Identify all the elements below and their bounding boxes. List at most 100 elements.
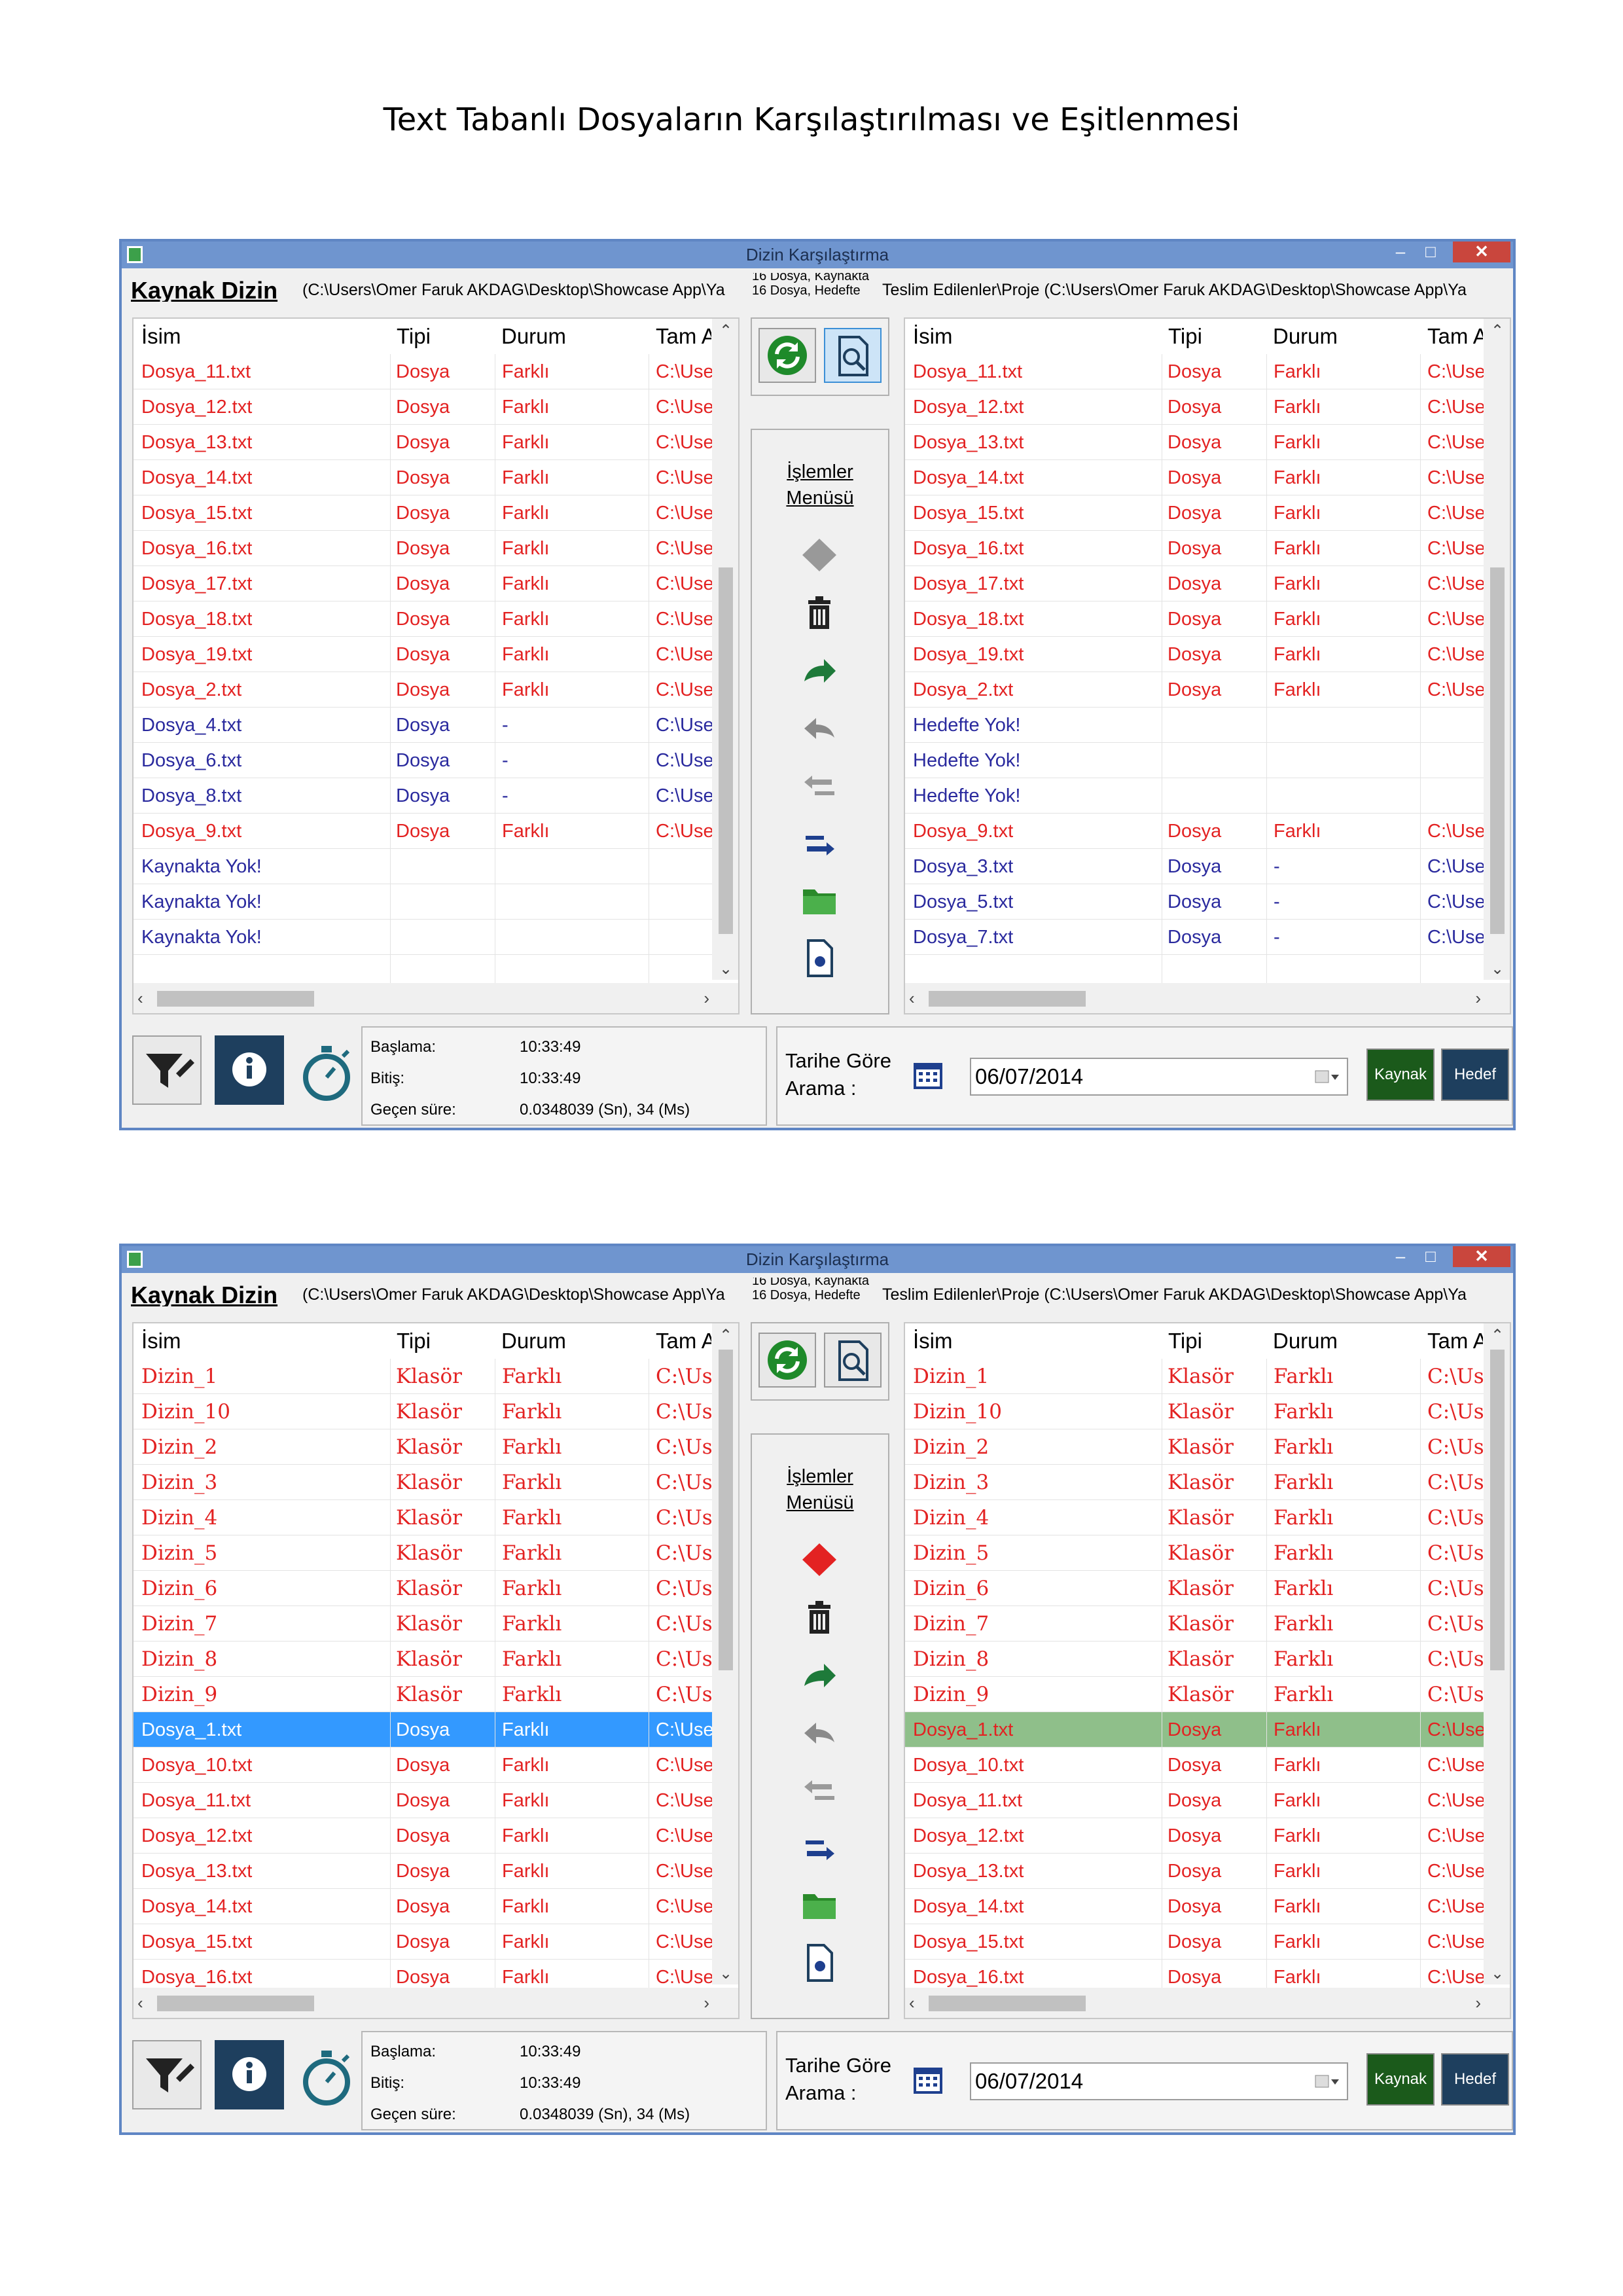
table-row[interactable]: Dizin_2 Klasör Farklı C:\Us (905, 1429, 1484, 1465)
copy-to-source-button[interactable] (798, 1770, 841, 1810)
table-row[interactable]: Dizin_3 Klasör Farklı C:\Us (134, 1465, 712, 1500)
open-document-button[interactable] (798, 938, 841, 978)
target-grid[interactable]: İsim Tipi Durum Tam A Dizin_1 Klasör Farkl… (904, 1322, 1511, 2019)
operations-menu-label[interactable]: İşlemler Menüsü (752, 1463, 888, 1516)
timer-button[interactable] (297, 2045, 356, 2108)
table-row[interactable]: Dosya_8.txt Dosya - C:\Use (134, 778, 712, 814)
table-row[interactable]: Dosya_9.txt Dosya Farklı C:\Use (905, 814, 1484, 849)
scroll-left-icon[interactable]: ‹ (909, 1993, 915, 2013)
scroll-thumb[interactable] (719, 567, 733, 934)
table-row[interactable]: Dosya_10.txt Dosya Farklı C:\Use (905, 1748, 1484, 1783)
table-row[interactable]: Dosya_17.txt Dosya Farklı C:\Use (134, 566, 712, 601)
table-row[interactable]: Dosya_13.txt Dosya Farklı C:\Use (134, 425, 712, 460)
table-row[interactable]: Dizin_8 Klasör Farklı C:\Us (134, 1641, 712, 1677)
scroll-up-icon[interactable]: ⌃ (716, 321, 736, 340)
table-row[interactable]: Dizin_1 Klasör Farklı C:\Us (905, 1359, 1484, 1394)
timer-button[interactable] (297, 1041, 356, 1103)
table-row[interactable]: Dosya_12.txt Dosya Farklı C:\Use (905, 389, 1484, 425)
table-row[interactable]: Dosya_16.txt Dosya Farklı C:\Use (905, 531, 1484, 566)
table-row[interactable]: Dizin_4 Klasör Farklı C:\Us (905, 1500, 1484, 1535)
table-row[interactable]: Dosya_2.txt Dosya Farklı C:\Use (905, 672, 1484, 708)
table-row[interactable]: Dosya_15.txt Dosya Farklı C:\Use (134, 495, 712, 531)
table-row[interactable]: Dosya_12.txt Dosya Farklı C:\Use (134, 1818, 712, 1854)
table-row[interactable]: Dosya_19.txt Dosya Farklı C:\Use (134, 637, 712, 672)
open-folder-button[interactable] (798, 880, 841, 921)
col-type-header[interactable]: Tipi (397, 1323, 495, 1359)
maximize-button[interactable]: □ (1416, 1246, 1445, 1267)
table-row[interactable]: Hedefte Yok! (905, 708, 1484, 743)
table-row[interactable]: Kaynakta Yok! (134, 884, 712, 920)
table-row[interactable]: Dosya_1.txt Dosya Farklı C:\Use (905, 1712, 1484, 1748)
info-button[interactable] (215, 1035, 284, 1105)
delete-button[interactable] (798, 1597, 841, 1638)
refresh-button[interactable] (758, 1333, 816, 1388)
table-row[interactable]: Dizin_5 Klasör Farklı C:\Us (134, 1535, 712, 1571)
table-row[interactable]: Dosya_18.txt Dosya Farklı C:\Use (134, 601, 712, 637)
horizontal-scrollbar[interactable]: ‹ › (134, 983, 738, 1013)
table-row[interactable]: Dosya_6.txt Dosya - C:\Use (134, 743, 712, 778)
title-bar[interactable]: Dizin Karşılaştırma – □ ✕ (122, 1246, 1513, 1273)
table-row[interactable]: Dosya_4.txt Dosya - C:\Use (134, 708, 712, 743)
table-row[interactable]: Dosya_2.txt Dosya Farklı C:\Use (134, 672, 712, 708)
delete-button[interactable] (798, 592, 841, 633)
scroll-right-icon[interactable]: › (704, 988, 709, 1009)
date-picker[interactable]: 06/07/2014 (970, 1058, 1348, 1096)
kaynak-button[interactable]: Kaynak (1366, 2053, 1435, 2106)
copy-to-target-button[interactable] (798, 1827, 841, 1868)
minimize-button[interactable]: – (1386, 1246, 1415, 1267)
vertical-scrollbar[interactable]: ⌃ ⌄ (712, 319, 738, 980)
horizontal-scrollbar[interactable]: ‹ › (905, 983, 1510, 1013)
table-row[interactable]: Dizin_6 Klasör Farklı C:\Us (134, 1571, 712, 1606)
hedef-button[interactable]: Hedef (1441, 1049, 1509, 1101)
table-row[interactable]: Dizin_1 Klasör Farklı C:\Us (134, 1359, 712, 1394)
scroll-thumb[interactable] (1490, 567, 1505, 934)
source-dir-label[interactable]: Kaynak Dizin (131, 1282, 277, 1306)
maximize-button[interactable]: □ (1416, 242, 1445, 262)
horizontal-scrollbar[interactable]: ‹ › (134, 1988, 738, 2018)
scroll-left-icon[interactable]: ‹ (137, 1993, 143, 2013)
scroll-up-icon[interactable]: ⌃ (716, 1326, 736, 1345)
col-name-header[interactable]: İsim (141, 319, 390, 354)
scroll-down-icon[interactable]: ⌄ (716, 1964, 736, 1983)
table-row[interactable]: Dosya_7.txt Dosya - C:\Use (905, 920, 1484, 955)
operations-menu-label[interactable]: İşlemler Menüsü (752, 459, 888, 511)
filter-button[interactable] (132, 1035, 202, 1105)
table-row[interactable]: Dosya_15.txt Dosya Farklı C:\Use (134, 1924, 712, 1960)
close-button[interactable]: ✕ (1453, 242, 1510, 262)
col-name-header[interactable]: İsim (141, 1323, 390, 1359)
scroll-right-icon[interactable]: › (1475, 1993, 1481, 2013)
table-row[interactable]: Dizin_7 Klasör Farklı C:\Us (134, 1606, 712, 1641)
back-button[interactable] (798, 1712, 841, 1753)
table-row[interactable]: Dizin_9 Klasör Farklı C:\Us (905, 1677, 1484, 1712)
scroll-down-icon[interactable]: ⌄ (1488, 1964, 1507, 1983)
hedef-button[interactable]: Hedef (1441, 2053, 1509, 2106)
table-row[interactable]: Hedefte Yok! (905, 743, 1484, 778)
col-name-header[interactable]: İsim (913, 319, 1162, 354)
table-row[interactable]: Hedefte Yok! (905, 778, 1484, 814)
scroll-up-icon[interactable]: ⌃ (1488, 1326, 1507, 1345)
table-row[interactable]: Dosya_5.txt Dosya - C:\Use (905, 884, 1484, 920)
table-row[interactable]: Dosya_9.txt Dosya Farklı C:\Use (134, 814, 712, 849)
table-row[interactable]: Dosya_15.txt Dosya Farklı C:\Use (905, 495, 1484, 531)
scroll-right-icon[interactable]: › (1475, 988, 1481, 1009)
table-row[interactable]: Dosya_11.txt Dosya Farklı C:\Use (134, 354, 712, 389)
hscroll-thumb[interactable] (929, 991, 1086, 1007)
col-name-header[interactable]: İsim (913, 1323, 1162, 1359)
back-button[interactable] (798, 708, 841, 748)
table-row[interactable]: Dizin_3 Klasör Farklı C:\Us (905, 1465, 1484, 1500)
filter-button[interactable] (132, 2040, 202, 2109)
table-row[interactable]: Dosya_11.txt Dosya Farklı C:\Use (905, 354, 1484, 389)
table-row[interactable]: Dosya_16.txt Dosya Farklı C:\Use (134, 531, 712, 566)
table-row[interactable]: Dosya_17.txt Dosya Farklı C:\Use (905, 566, 1484, 601)
horizontal-scrollbar[interactable]: ‹ › (905, 1988, 1510, 2018)
table-row[interactable]: Dosya_14.txt Dosya Farklı C:\Use (134, 1889, 712, 1924)
table-row[interactable]: Dizin_2 Klasör Farklı C:\Us (134, 1429, 712, 1465)
table-row[interactable]: Dosya_15.txt Dosya Farklı C:\Use (905, 1924, 1484, 1960)
col-type-header[interactable]: Tipi (397, 319, 495, 354)
mark-button[interactable] (798, 1539, 841, 1580)
col-status-header[interactable]: Durum (1273, 319, 1423, 354)
scroll-thumb[interactable] (1490, 1350, 1505, 1670)
col-type-header[interactable]: Tipi (1168, 1323, 1266, 1359)
source-dir-label[interactable]: Kaynak Dizin (131, 277, 277, 302)
col-status-header[interactable]: Durum (501, 319, 652, 354)
